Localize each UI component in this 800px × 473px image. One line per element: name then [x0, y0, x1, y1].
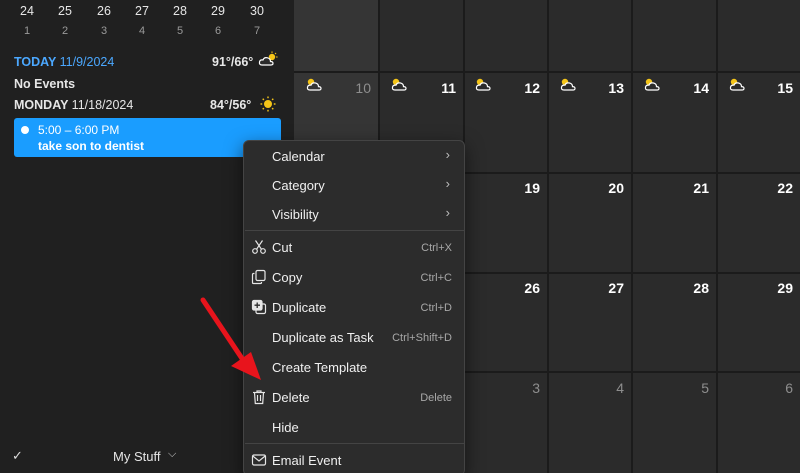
menu-item-email-event[interactable]: Email Event: [244, 446, 464, 473]
partly-cloudy-icon: [644, 78, 660, 91]
monday-temperature: 84°/56°: [210, 98, 252, 112]
monday-header[interactable]: MONDAY 11/18/2024: [14, 98, 133, 112]
chevron-right-icon: ›: [445, 205, 450, 220]
menu-item-label: Visibility: [272, 207, 319, 222]
monday-label: MONDAY: [14, 98, 69, 112]
menu-item-calendar[interactable]: Calendar ›: [244, 142, 464, 170]
day-cell-number[interactable]: 12: [510, 80, 540, 96]
mini-date[interactable]: 25: [46, 4, 84, 18]
day-cell-number[interactable]: 5: [679, 380, 709, 396]
event-title: take son to dentist: [38, 139, 145, 153]
mini-date[interactable]: 24: [8, 4, 46, 18]
today-header[interactable]: TODAY 11/9/2024: [14, 55, 114, 69]
mini-calendar-week-numbers: 1 2 3 4 5 6 7: [0, 24, 294, 42]
menu-item-shortcut: Ctrl+D: [420, 302, 452, 314]
day-cell-number[interactable]: 4: [594, 380, 624, 396]
day-cell-number[interactable]: 20: [594, 180, 624, 196]
annotation-arrow-icon: [200, 297, 261, 380]
mail-icon: [251, 454, 267, 466]
menu-item-label: Create Template: [272, 360, 368, 375]
mini-date[interactable]: 29: [199, 4, 237, 18]
menu-item-delete[interactable]: Delete Delete: [244, 383, 464, 411]
day-cell-number[interactable]: 21: [679, 180, 709, 196]
menu-item-label: Cut: [272, 240, 293, 255]
partly-cloudy-icon: [391, 78, 407, 91]
menu-item-hide[interactable]: Hide: [244, 413, 464, 441]
mini-date[interactable]: 28: [161, 4, 199, 18]
menu-item-duplicate[interactable]: Duplicate Ctrl+D: [244, 293, 464, 321]
day-cell-number[interactable]: 6: [763, 380, 793, 396]
week-number: 7: [253, 25, 261, 37]
partly-cloudy-icon: [729, 78, 745, 91]
day-cell-number[interactable]: 10: [341, 80, 371, 96]
week-number: 1: [23, 25, 31, 37]
partly-cloudy-icon: [258, 51, 278, 66]
checkmark-icon[interactable]: ✓: [12, 448, 23, 464]
scissors-icon: [252, 240, 266, 254]
menu-item-cut[interactable]: Cut Ctrl+X: [244, 233, 464, 261]
menu-item-category[interactable]: Category ›: [244, 171, 464, 199]
day-cell-number[interactable]: 3: [510, 380, 540, 396]
week-number: 6: [214, 25, 222, 37]
menu-item-shortcut: Delete: [420, 392, 452, 404]
day-cell-number[interactable]: 15: [763, 80, 793, 96]
chevron-down-icon[interactable]: ⌵: [168, 448, 176, 461]
menu-item-shortcut: Ctrl+X: [421, 242, 452, 254]
day-cell-number[interactable]: 19: [510, 180, 540, 196]
partly-cloudy-icon: [306, 78, 322, 91]
menu-item-label: Email Event: [272, 453, 342, 468]
day-cell-number[interactable]: 11: [426, 80, 456, 96]
event-time: 5:00 – 6:00 PM: [38, 123, 120, 137]
mini-date[interactable]: 30: [238, 4, 276, 18]
partly-cloudy-icon: [475, 78, 491, 91]
menu-item-duplicate-as-task[interactable]: Duplicate as Task Ctrl+Shift+D: [244, 323, 464, 351]
menu-item-shortcut: Ctrl+C: [420, 272, 452, 284]
menu-separator: [245, 230, 465, 231]
menu-item-visibility[interactable]: Visibility ›: [244, 200, 464, 228]
sunny-icon: [260, 96, 276, 112]
day-cell-number[interactable]: 26: [510, 280, 540, 296]
trash-icon: [253, 390, 265, 405]
week-number: 4: [138, 25, 146, 37]
day-cell-number[interactable]: 13: [594, 80, 624, 96]
event-context-menu: Calendar › Category › Visibility › Cut C…: [243, 140, 465, 473]
menu-item-create-template[interactable]: Create Template: [244, 353, 464, 381]
week-number: 3: [100, 25, 108, 37]
mini-calendar-dates: 24 25 26 27 28 29 30: [0, 2, 294, 20]
today-date: 11/9/2024: [59, 55, 115, 69]
calendar-set-selector[interactable]: My Stuff: [113, 449, 160, 464]
menu-item-label: Hide: [272, 420, 299, 435]
today-temperature: 91°/66°: [212, 55, 254, 69]
day-cell-number[interactable]: 22: [763, 180, 793, 196]
day-cell-number[interactable]: 29: [763, 280, 793, 296]
event-card[interactable]: 5:00 – 6:00 PM take son to dentist: [14, 118, 281, 157]
menu-item-label: Duplicate: [272, 300, 327, 315]
day-cell-number[interactable]: 27: [594, 280, 624, 296]
event-dot: [21, 126, 29, 134]
menu-item-copy[interactable]: Copy Ctrl+C: [244, 263, 464, 291]
menu-item-label: Duplicate as Task: [272, 330, 374, 345]
menu-item-label: Calendar: [272, 149, 325, 164]
menu-item-label: Delete: [272, 390, 310, 405]
menu-item-shortcut: Ctrl+Shift+D: [392, 332, 452, 344]
week-number: 5: [176, 25, 184, 37]
partly-cloudy-icon: [560, 78, 576, 91]
day-cell-number[interactable]: 28: [679, 280, 709, 296]
menu-item-label: Copy: [272, 270, 303, 285]
day-cell-number[interactable]: 14: [679, 80, 709, 96]
chevron-right-icon: ›: [445, 176, 450, 191]
week-number: 2: [61, 25, 69, 37]
no-events-label: No Events: [14, 77, 76, 91]
mini-date[interactable]: 27: [123, 4, 161, 18]
grid-line: [294, 71, 800, 73]
today-label: TODAY: [14, 55, 57, 69]
menu-separator: [245, 443, 465, 444]
monday-date: 11/18/2024: [71, 98, 134, 112]
menu-item-label: Category: [272, 178, 325, 193]
chevron-right-icon: ›: [445, 147, 450, 162]
mini-date[interactable]: 26: [85, 4, 123, 18]
copy-icon: [251, 269, 266, 285]
